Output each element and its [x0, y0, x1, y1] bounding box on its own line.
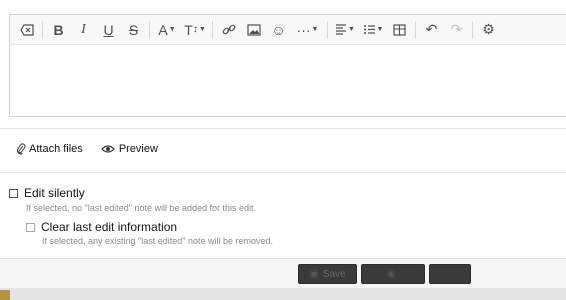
rich-text-editor[interactable]: B I U S A ▼ T ↕ ▼ ☺ ··· ▼ ▼ ▼ ↶ ↷ ⚙: [9, 14, 566, 117]
attachment-row: Attach files Preview: [16, 143, 176, 155]
toolbar-separator: [149, 20, 150, 39]
clear-last-edit-option[interactable]: Clear last edit information: [26, 220, 177, 234]
attach-files-button[interactable]: Attach files: [16, 143, 83, 155]
underline-icon[interactable]: U: [96, 18, 121, 42]
bold-icon[interactable]: B: [46, 18, 71, 42]
toolbar-separator: [212, 20, 213, 39]
edit-silently-option[interactable]: Edit silently: [9, 186, 85, 200]
bottom-bar: [0, 288, 566, 300]
italic-icon[interactable]: I: [71, 18, 96, 42]
settings-icon[interactable]: ⚙: [476, 18, 501, 42]
more-options-icon[interactable]: ··· ▼: [291, 18, 324, 42]
clear-last-edit-checkbox[interactable]: [26, 222, 35, 232]
clear-last-edit-hint: If selected, any existing "last edited" …: [42, 236, 274, 246]
list-icon[interactable]: ▼: [359, 18, 387, 42]
preview-button[interactable]: Preview: [100, 143, 158, 155]
redo-icon: ↷: [450, 21, 463, 37]
accent-swatch: [0, 290, 10, 300]
align-icon[interactable]: ▼: [331, 18, 359, 42]
toolbar-separator: [415, 20, 416, 39]
footer-button-3[interactable]: [429, 264, 471, 284]
emoji-icon[interactable]: ☺: [266, 18, 291, 42]
save-label: Save: [322, 268, 346, 280]
divider: [0, 128, 566, 129]
toolbar-separator: [327, 20, 328, 39]
eye-icon: [100, 145, 115, 153]
edit-silently-label: Edit silently: [24, 186, 85, 200]
link-icon[interactable]: [216, 18, 241, 42]
paperclip-icon: [16, 143, 26, 155]
undo-icon[interactable]: ↶: [419, 18, 444, 42]
edit-silently-hint: If selected, no "last edited" note will …: [26, 203, 257, 213]
table-icon[interactable]: [387, 18, 412, 42]
clear-last-edit-label: Clear last edit information: [41, 220, 178, 234]
strikethrough-icon[interactable]: S: [121, 18, 146, 42]
footer-button-2[interactable]: ◉: [361, 264, 425, 284]
editor-toolbar: B I U S A ▼ T ↕ ▼ ☺ ··· ▼ ▼ ▼ ↶ ↷ ⚙: [10, 15, 566, 45]
toolbar-separator: [42, 20, 43, 39]
preview-label: Preview: [118, 143, 158, 155]
attach-files-label: Attach files: [29, 143, 83, 155]
toolbar-separator: [472, 20, 473, 39]
top-strip: [0, 0, 566, 10]
button-2-icon: ◉: [386, 268, 396, 280]
text-color-icon[interactable]: A ▼: [153, 18, 181, 42]
editor-content-area[interactable]: [10, 45, 566, 117]
save-icon: ▣: [309, 268, 319, 280]
image-icon[interactable]: [241, 18, 266, 42]
remove-formatting-icon[interactable]: [14, 18, 39, 42]
edit-silently-checkbox[interactable]: [9, 188, 18, 198]
divider: [0, 172, 566, 173]
save-button[interactable]: ▣ Save: [298, 264, 357, 284]
font-size-icon[interactable]: T ↕ ▼: [181, 18, 209, 42]
